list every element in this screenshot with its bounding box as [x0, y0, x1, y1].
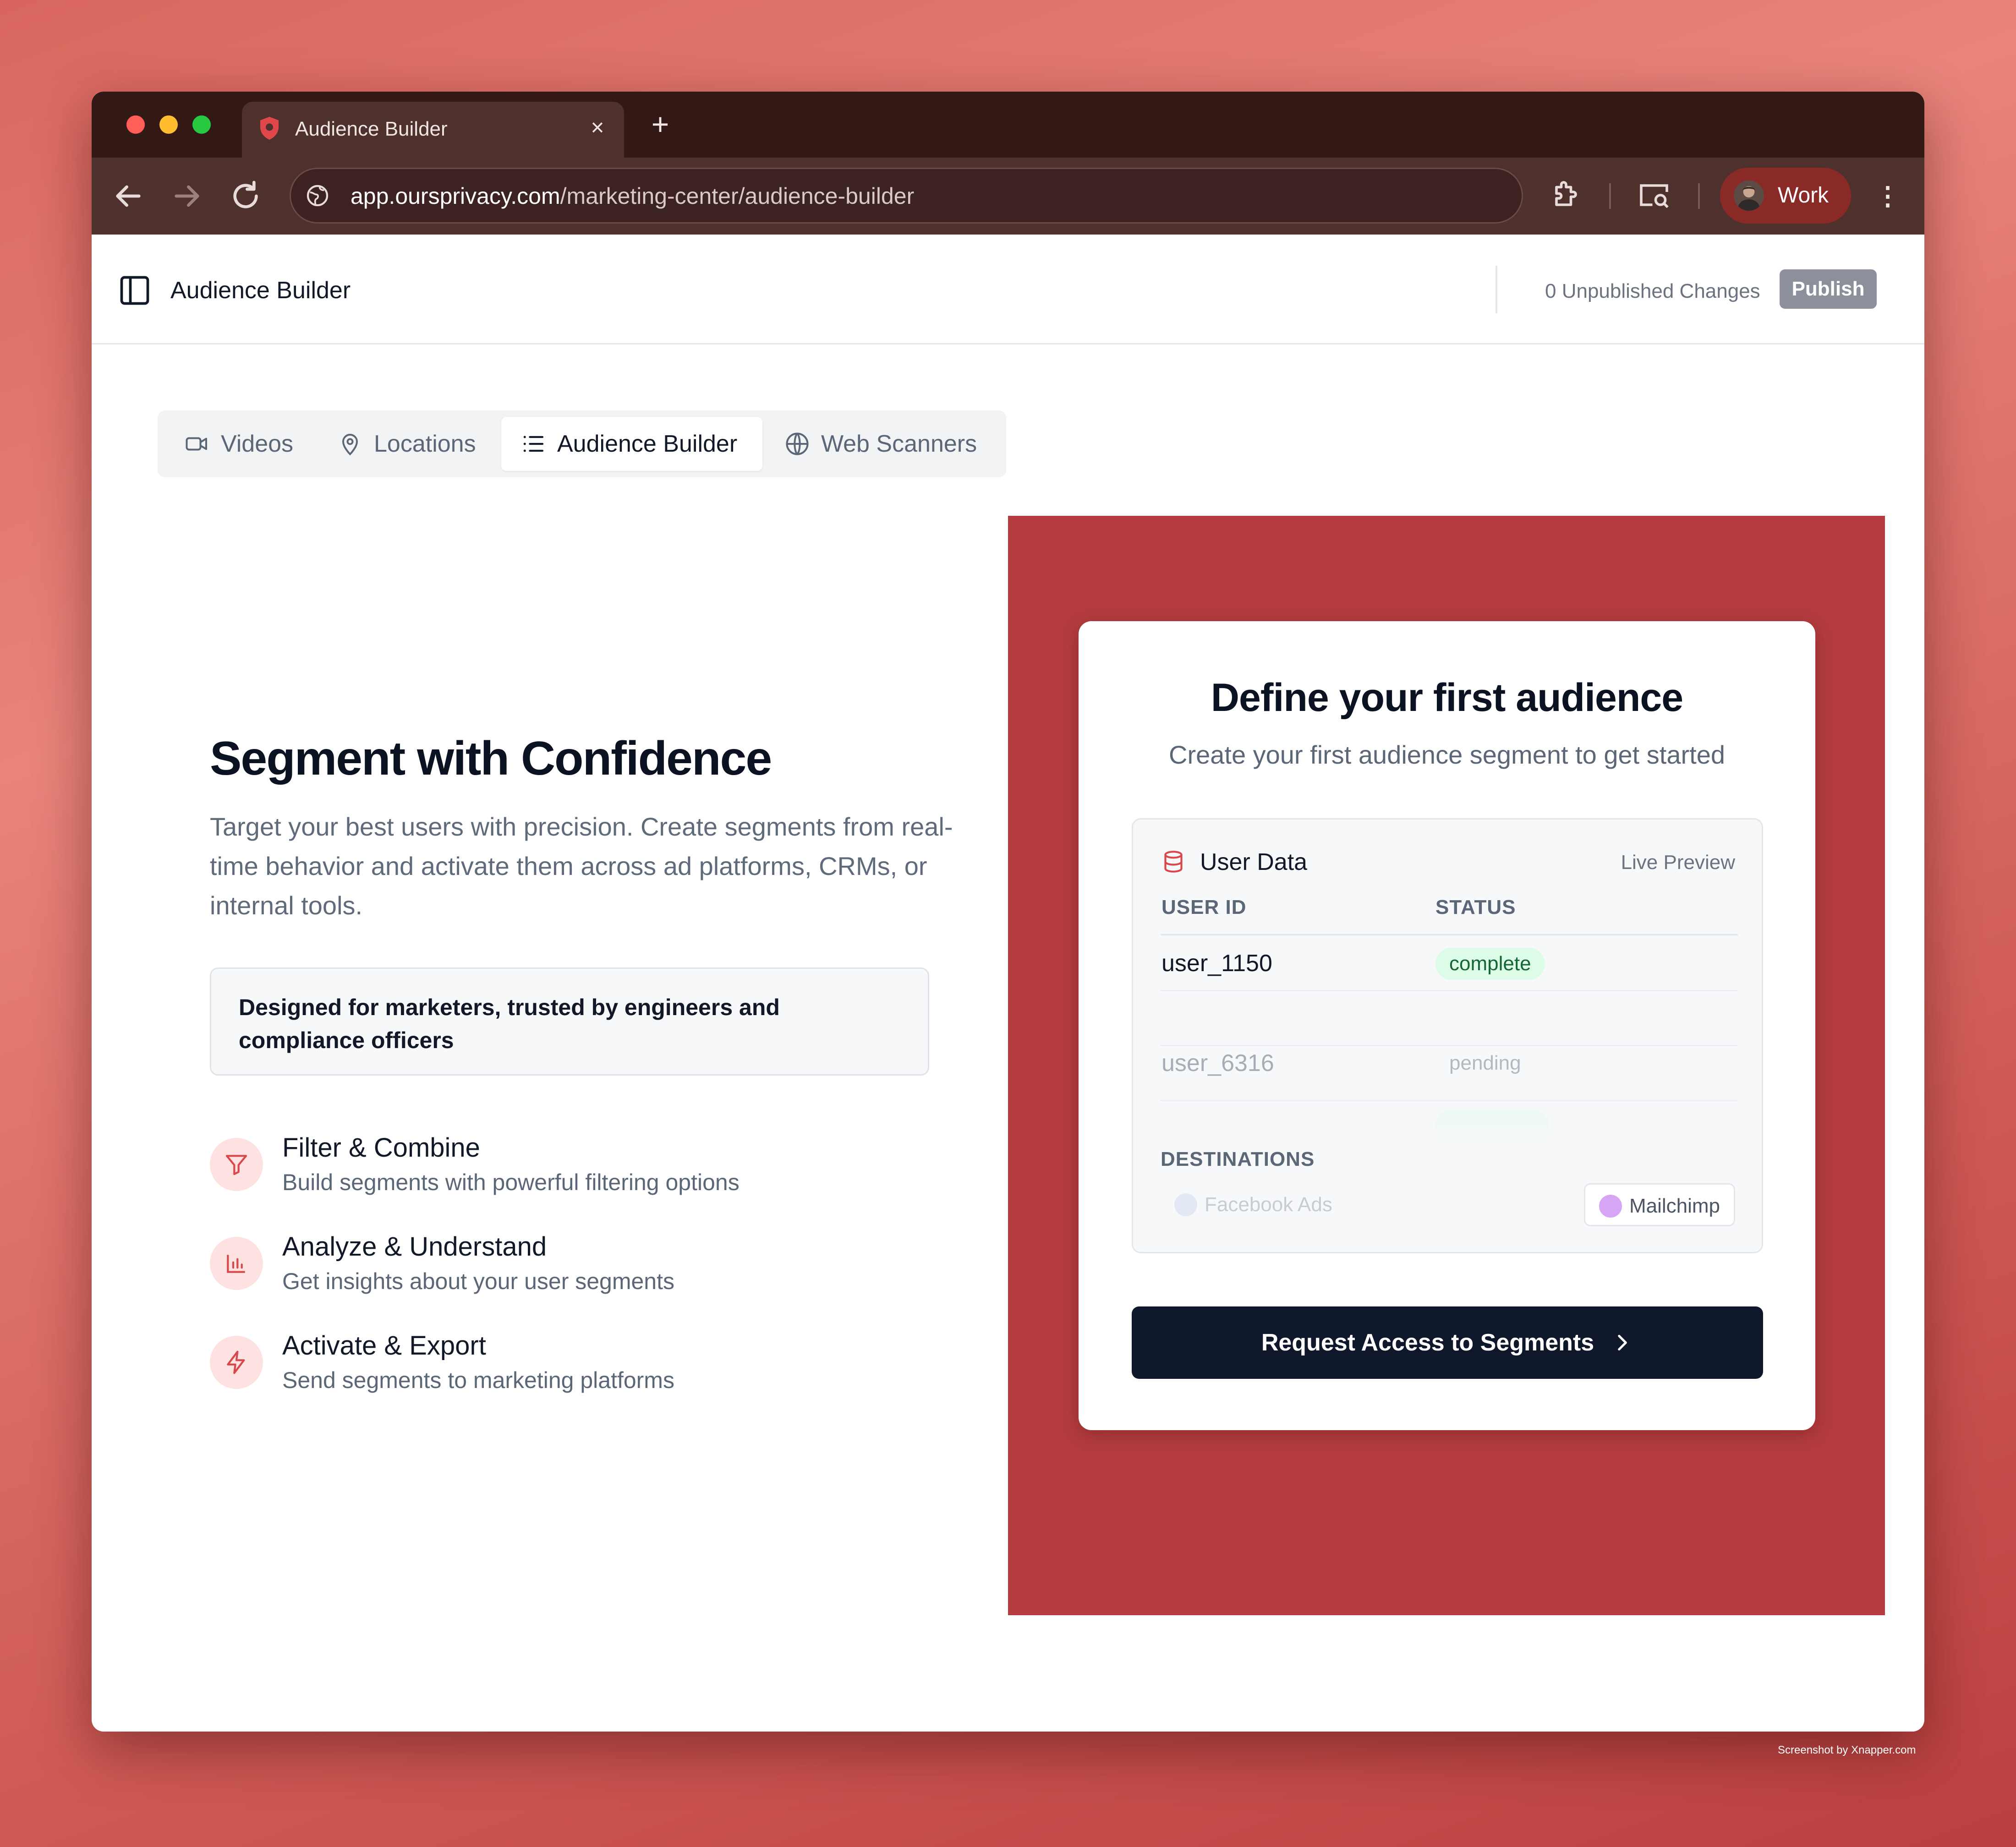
- card-subtitle: Create your first audience segment to ge…: [1169, 740, 1725, 769]
- new-tab-button[interactable]: +: [644, 109, 676, 141]
- callout-text: Designed for marketers, trusted by engin…: [239, 995, 780, 1053]
- table-row-user-id: user_1150: [1161, 950, 1272, 977]
- row-divider: [1161, 1045, 1738, 1046]
- map-pin-icon: [342, 434, 358, 456]
- card-title: Define your first audience: [1211, 676, 1683, 720]
- column-header-status: STATUS: [1435, 896, 1516, 918]
- tab-label: Videos: [221, 431, 294, 457]
- chevron-right-icon: [1618, 1334, 1627, 1351]
- preview-title: User Data: [1200, 849, 1308, 875]
- tab-label: Locations: [374, 431, 476, 457]
- callout-box: Designed for marketers, trusted by engin…: [210, 967, 929, 1076]
- feature-item: Activate & Export Send segments to marke…: [210, 1329, 943, 1403]
- lightning-icon: [227, 1350, 245, 1374]
- tab-search-icon[interactable]: [1635, 176, 1673, 214]
- feature-icon-badge: [210, 1237, 263, 1290]
- watermark: Screenshot by Xnapper.com: [1778, 1744, 1916, 1756]
- mailchimp-icon: [1599, 1195, 1622, 1218]
- video-icon: [186, 437, 207, 451]
- arrow-left-icon: [116, 185, 141, 207]
- browser-toolbar: app.oursprivacy.com/marketing-center/aud…: [92, 158, 1924, 235]
- browser-tab[interactable]: Audience Builder ×: [242, 102, 624, 158]
- request-access-button[interactable]: Request Access to Segments: [1132, 1306, 1763, 1379]
- url-host: app.oursprivacy.com: [351, 183, 560, 209]
- hero-title: Segment with Confidence: [210, 732, 772, 785]
- row-divider: [1161, 990, 1738, 991]
- feature-title: Activate & Export: [282, 1331, 486, 1361]
- profile-name: Work: [1778, 183, 1829, 208]
- site-info-icon[interactable]: [305, 183, 330, 208]
- destination-chip: Facebook Ads: [1161, 1183, 1346, 1226]
- toolbar-divider: [1698, 183, 1700, 209]
- destination-name: Facebook Ads: [1205, 1193, 1332, 1216]
- destination-name: Mailchimp: [1629, 1195, 1720, 1217]
- tab-strip: Audience Builder × +: [92, 92, 1924, 158]
- table-row-user-id: user_6316: [1161, 1050, 1274, 1077]
- facebook-ads-icon: [1174, 1193, 1197, 1216]
- destinations-label: DESTINATIONS: [1161, 1148, 1315, 1170]
- feature-item: Filter & Combine Build segments with pow…: [210, 1131, 943, 1205]
- toolbar-divider: [1609, 183, 1611, 209]
- feature-desc: Build segments with powerful filtering o…: [282, 1169, 740, 1195]
- database-icon: [1164, 851, 1183, 873]
- onboarding-card: Define your first audience Create your f…: [1079, 621, 1815, 1430]
- browser-menu-icon[interactable]: ⋮: [1869, 177, 1906, 215]
- publish-button[interactable]: Publish: [1780, 269, 1877, 309]
- tab-label: Audience Builder: [557, 431, 738, 457]
- tab-videos[interactable]: Videos: [183, 417, 293, 471]
- tab-locations[interactable]: Locations: [336, 417, 476, 471]
- reload-button[interactable]: [227, 178, 264, 214]
- feature-item: Analyze & Understand Get insights about …: [210, 1230, 943, 1304]
- close-icon[interactable]: ×: [585, 115, 610, 140]
- filter-icon: [225, 1155, 247, 1175]
- status-badge: pending: [1449, 1052, 1521, 1074]
- bar-chart-icon: [227, 1255, 245, 1273]
- destination-chip: Mailchimp: [1583, 1183, 1735, 1226]
- url-text: app.oursprivacy.com/marketing-center/aud…: [351, 182, 914, 210]
- sidebar-toggle-icon[interactable]: [117, 273, 152, 308]
- profile-button[interactable]: Work: [1720, 168, 1851, 224]
- app-header: Audience Builder 0 Unpublished Changes P…: [92, 235, 1924, 344]
- address-bar[interactable]: app.oursprivacy.com/marketing-center/aud…: [290, 168, 1523, 224]
- feature-desc: Send segments to marketing platforms: [282, 1367, 674, 1393]
- url-path: /marketing-center/audience-builder: [560, 183, 915, 209]
- section-tabs: Videos Locations Audience Builder Web Sc…: [158, 410, 1006, 477]
- maximize-window-button[interactable]: [192, 115, 211, 134]
- unpublished-changes: 0 Unpublished Changes: [1545, 280, 1760, 302]
- tab-label: Web Scanners: [821, 431, 977, 457]
- arrow-right-icon: [175, 185, 199, 207]
- feature-desc: Get insights about your user segments: [282, 1268, 675, 1294]
- back-button[interactable]: [110, 178, 147, 214]
- list-icon: [523, 436, 544, 452]
- tab-audience-builder[interactable]: Audience Builder: [501, 417, 762, 471]
- close-window-button[interactable]: [126, 115, 145, 134]
- tab-web-scanners[interactable]: Web Scanners: [783, 417, 977, 471]
- tab-title: Audience Builder: [295, 118, 448, 140]
- shield-icon: [260, 117, 279, 140]
- cta-label: Request Access to Segments: [1261, 1329, 1594, 1356]
- header-divider: [1496, 266, 1497, 313]
- minimize-window-button[interactable]: [159, 115, 178, 134]
- scroll-fade: [1133, 1094, 1762, 1149]
- browser-window: Audience Builder × + app.oursprivacy.com…: [92, 92, 1924, 1732]
- page-title: Audience Builder: [170, 277, 351, 304]
- hero-description: Target your best users with precision. C…: [210, 812, 953, 920]
- reload-icon: [233, 180, 258, 208]
- user-data-preview: User Data Live Preview USER ID STATUS us…: [1132, 818, 1763, 1253]
- globe-icon: [786, 432, 809, 455]
- feature-icon-badge: [210, 1336, 263, 1389]
- forward-button[interactable]: [169, 178, 205, 214]
- avatar: [1734, 180, 1764, 211]
- hero-panel: Define your first audience Create your f…: [1008, 516, 1885, 1615]
- table-header-divider: [1161, 934, 1738, 935]
- feature-icon-badge: [210, 1138, 263, 1191]
- live-preview-label: Live Preview: [1621, 851, 1735, 874]
- column-header-user-id: USER ID: [1161, 896, 1247, 918]
- extensions-icon[interactable]: [1547, 176, 1585, 214]
- status-badge: complete: [1435, 948, 1545, 980]
- feature-title: Filter & Combine: [282, 1133, 480, 1163]
- feature-title: Analyze & Understand: [282, 1232, 547, 1262]
